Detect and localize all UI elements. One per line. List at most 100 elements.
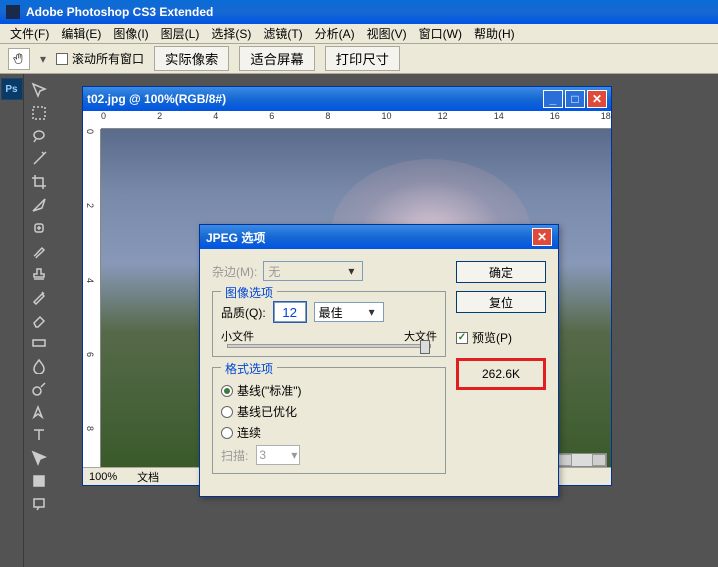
- tools-panel: [24, 74, 54, 567]
- move-tool-icon[interactable]: [27, 79, 51, 101]
- menu-image[interactable]: 图像(I): [107, 23, 154, 44]
- baseline-optimized-radio[interactable]: 基线已优化: [221, 403, 437, 420]
- app-icon: [6, 5, 20, 19]
- quality-slider[interactable]: [227, 344, 431, 348]
- preview-checkbox[interactable]: 预览(P): [456, 329, 546, 346]
- minimize-button[interactable]: _: [543, 90, 563, 108]
- document-titlebar[interactable]: t02.jpg @ 100%(RGB/8#) _ □ ✕: [83, 87, 611, 111]
- radio-icon: [221, 385, 233, 397]
- dialog-close-button[interactable]: ✕: [532, 228, 552, 246]
- menu-layer[interactable]: 图层(L): [155, 23, 206, 44]
- wand-tool-icon[interactable]: [27, 148, 51, 170]
- actual-pixels-button[interactable]: 实际像索: [154, 46, 229, 71]
- canvas-area: t02.jpg @ 100%(RGB/8#) _ □ ✕ 0 2 4 6 8 1…: [54, 74, 718, 567]
- blur-tool-icon[interactable]: [27, 355, 51, 377]
- ruler-tick: 0: [101, 111, 106, 121]
- image-options-fieldset: 图像选项 品质(Q): 最佳 ▾ 小文件 大文件: [212, 291, 446, 357]
- fit-screen-button[interactable]: 适合屏幕: [239, 46, 314, 71]
- menu-help[interactable]: 帮助(H): [468, 23, 521, 44]
- progressive-radio[interactable]: 连续: [221, 424, 437, 441]
- matte-value: 无: [268, 263, 280, 280]
- ruler-tick: 16: [550, 111, 560, 121]
- scans-spinner: 3 ▾: [256, 445, 300, 465]
- ruler-tick: 2: [157, 111, 162, 121]
- menu-filter[interactable]: 滤镜(T): [257, 23, 308, 44]
- scroll-right-icon[interactable]: [592, 454, 606, 466]
- dialog-title: JPEG 选项: [206, 229, 265, 246]
- print-size-button[interactable]: 打印尺寸: [325, 46, 400, 71]
- radio-icon: [221, 406, 233, 418]
- dialog-titlebar[interactable]: JPEG 选项 ✕: [200, 225, 558, 249]
- quality-label: 品质(Q):: [221, 304, 266, 321]
- scroll-left-icon[interactable]: [558, 454, 572, 466]
- matte-label: 杂边(M):: [212, 263, 257, 280]
- quality-preset-combo[interactable]: 最佳 ▾: [314, 302, 384, 322]
- menu-select[interactable]: 选择(S): [205, 23, 257, 44]
- scroll-all-windows-checkbox[interactable]: 滚动所有窗口: [56, 50, 144, 67]
- ruler-tick: 8: [85, 426, 95, 431]
- zoom-level[interactable]: 100%: [89, 471, 117, 483]
- workspace: Ps t02.jpg @ 100%(RGB/8#) _ □ ✕: [0, 74, 718, 567]
- lasso-tool-icon[interactable]: [27, 125, 51, 147]
- dropdown-arrow[interactable]: ▾: [40, 52, 46, 66]
- matte-combo: 无 ▾: [263, 261, 363, 281]
- file-size-display: 262.6K: [456, 358, 546, 390]
- ruler-tick: 4: [85, 278, 95, 283]
- slider-thumb[interactable]: [420, 340, 430, 354]
- scrollbar-horizontal[interactable]: [557, 453, 607, 467]
- matte-row: 杂边(M): 无 ▾: [212, 261, 446, 281]
- progressive-label: 连续: [237, 424, 261, 441]
- scans-label: 扫描:: [221, 447, 248, 464]
- menu-file[interactable]: 文件(F): [4, 23, 55, 44]
- menu-window[interactable]: 窗口(W): [413, 23, 468, 44]
- ruler-tick: 0: [85, 129, 95, 134]
- ruler-tick: 10: [382, 111, 392, 121]
- gradient-tool-icon[interactable]: [27, 332, 51, 354]
- marquee-tool-icon[interactable]: [27, 102, 51, 124]
- type-tool-icon[interactable]: [27, 424, 51, 446]
- quality-preset-value: 最佳: [319, 304, 343, 321]
- ruler-vertical: 0 2 4 6 8: [83, 129, 101, 467]
- app-title: Adobe Photoshop CS3 Extended: [26, 5, 213, 19]
- quality-input[interactable]: [274, 302, 306, 322]
- app-titlebar: Adobe Photoshop CS3 Extended: [0, 0, 718, 24]
- pen-tool-icon[interactable]: [27, 401, 51, 423]
- scans-row: 扫描: 3 ▾: [221, 445, 437, 465]
- image-options-legend: 图像选项: [221, 284, 277, 301]
- close-button[interactable]: ✕: [587, 90, 607, 108]
- radio-icon: [221, 427, 233, 439]
- document-title: t02.jpg @ 100%(RGB/8#): [87, 92, 226, 106]
- baseline-standard-radio[interactable]: 基线("标准"): [221, 382, 437, 399]
- dodge-tool-icon[interactable]: [27, 378, 51, 400]
- jpeg-options-dialog: JPEG 选项 ✕ 杂边(M): 无 ▾ 图像选项 品质(Q: [199, 224, 559, 497]
- reset-button[interactable]: 复位: [456, 291, 546, 313]
- checkbox-icon: [56, 53, 68, 65]
- history-brush-icon[interactable]: [27, 286, 51, 308]
- path-tool-icon[interactable]: [27, 447, 51, 469]
- format-options-legend: 格式选项: [221, 360, 277, 377]
- ruler-tick: 4: [213, 111, 218, 121]
- notes-tool-icon[interactable]: [27, 493, 51, 515]
- chevron-down-icon: ▾: [344, 264, 358, 278]
- stamp-tool-icon[interactable]: [27, 263, 51, 285]
- shape-tool-icon[interactable]: [27, 470, 51, 492]
- heal-tool-icon[interactable]: [27, 217, 51, 239]
- hand-tool-icon[interactable]: [8, 48, 30, 70]
- crop-tool-icon[interactable]: [27, 171, 51, 193]
- ruler-tick: 14: [494, 111, 504, 121]
- maximize-button[interactable]: □: [565, 90, 585, 108]
- ruler-horizontal: 0 2 4 6 8 10 12 14 16 18: [101, 111, 611, 129]
- menu-edit[interactable]: 编辑(E): [55, 23, 107, 44]
- ok-button[interactable]: 确定: [456, 261, 546, 283]
- menu-analysis[interactable]: 分析(A): [309, 23, 361, 44]
- eraser-tool-icon[interactable]: [27, 309, 51, 331]
- brush-tool-icon[interactable]: [27, 240, 51, 262]
- options-bar: ▾ 滚动所有窗口 实际像索 适合屏幕 打印尺寸: [0, 44, 718, 74]
- chevron-down-icon: ▾: [365, 305, 379, 319]
- scans-value: 3: [259, 448, 266, 462]
- checkbox-icon: [456, 332, 468, 344]
- ruler-tick: 12: [438, 111, 448, 121]
- menu-view[interactable]: 视图(V): [361, 23, 413, 44]
- small-file-label: 小文件: [221, 328, 254, 344]
- slice-tool-icon[interactable]: [27, 194, 51, 216]
